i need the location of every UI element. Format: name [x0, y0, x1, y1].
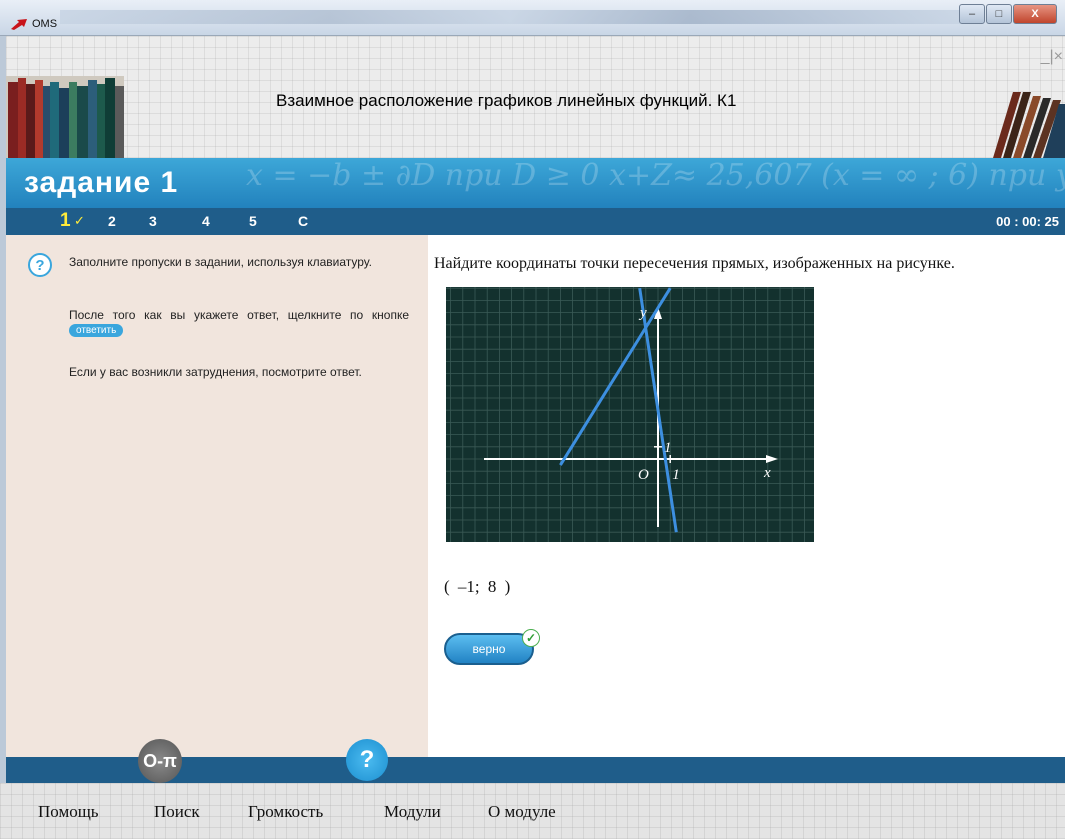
menu-volume[interactable]: Громкость — [248, 802, 323, 822]
task-navigation: 1 ✓ 2 3 4 5 С 00 : 00: 25 — [6, 208, 1065, 235]
maximize-button[interactable]: □ — [986, 4, 1012, 24]
window-titlebar: OMS – □ X — [0, 0, 1065, 36]
minimize-button[interactable]: – — [959, 4, 985, 24]
task-panel: Найдите координаты точки пересечения пря… — [428, 235, 1065, 757]
timer: 00 : 00: 25 — [996, 214, 1059, 229]
instructions-panel: ? Заполните пропуски в задании, использу… — [6, 235, 428, 783]
menu-bar: Помощь Поиск Громкость Модули О модуле — [0, 783, 1065, 839]
oms-logo-icon — [11, 19, 27, 30]
header-window-glyph: _|× — [1040, 48, 1063, 65]
show-answer-key-button[interactable]: O-π — [138, 739, 182, 783]
coordinate-graph: xyO 11 — [446, 287, 814, 542]
instruction-difficulty: Если у вас возникли затруднения, посмотр… — [69, 365, 362, 379]
help-button[interactable]: ? — [346, 739, 388, 781]
correct-check-icon: ✓ — [522, 629, 540, 647]
nav-task-2[interactable]: 2 — [108, 213, 116, 229]
instruction-fill: Заполните пропуски в задании, используя … — [69, 255, 372, 269]
page-title: Взаимное расположение графиков линейных … — [276, 91, 737, 110]
origin-label: O — [638, 467, 649, 483]
menu-help[interactable]: Помощь — [38, 802, 99, 822]
nav-task-4[interactable]: 4 — [202, 213, 210, 229]
menu-about[interactable]: О модуле — [488, 802, 556, 822]
answer-text[interactable]: ( –1; 8 ) — [444, 577, 510, 597]
background-tabs — [60, 10, 960, 24]
checkmark-icon: ✓ — [74, 213, 85, 228]
graph-background — [446, 287, 814, 542]
question-circle-icon: ? — [28, 253, 52, 277]
x-unit-label: 1 — [672, 467, 680, 483]
header: _|× Взаимное расположение графиков линей… — [6, 36, 1065, 158]
menu-modules[interactable]: Модули — [384, 802, 441, 822]
question-text: Найдите координаты точки пересечения пря… — [434, 255, 955, 272]
bookshelf-right-image — [993, 92, 1065, 158]
x-axis-label: x — [763, 465, 771, 481]
y-unit-label: 1 — [664, 440, 672, 456]
menu-search[interactable]: Поиск — [154, 802, 200, 822]
banner-formulas-decoration: x = −b ± ∂D при D ≥ 0 x+Z≈ 25,607 (x = ∞… — [246, 158, 1065, 193]
nav-task-summary[interactable]: С — [298, 213, 308, 229]
nav-task-1[interactable]: 1 — [60, 210, 71, 232]
y-axis-label: y — [638, 305, 647, 321]
verify-button[interactable]: верно — [444, 633, 534, 665]
app-name: OMS — [32, 18, 58, 30]
instruction-answer-text: После того как вы укажете ответ, щелкнит… — [69, 308, 409, 322]
bookshelf-left-image — [6, 76, 124, 158]
answer-button-reference: ответить — [69, 324, 124, 338]
task-title: задание 1 — [24, 166, 179, 199]
task-banner: x = −b ± ∂D при D ≥ 0 x+Z≈ 25,607 (x = ∞… — [6, 158, 1065, 208]
close-button[interactable]: X — [1013, 4, 1057, 24]
instruction-answer: После того как вы укажете ответ, щелкнит… — [69, 308, 409, 338]
nav-task-3[interactable]: 3 — [149, 213, 157, 229]
nav-task-5[interactable]: 5 — [249, 213, 257, 229]
